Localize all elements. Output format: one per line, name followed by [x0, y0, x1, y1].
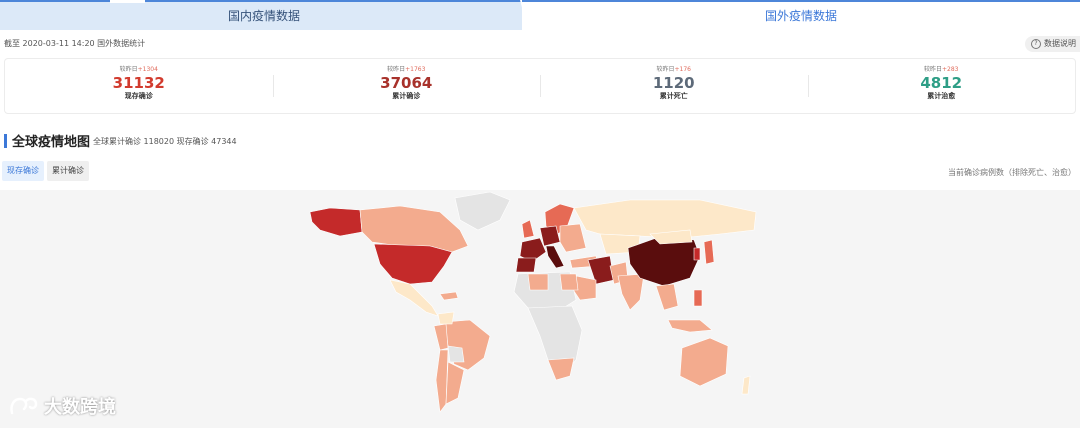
question-icon: ? [1031, 38, 1041, 49]
help-label: 数据说明 [1044, 39, 1076, 48]
map-region-australia[interactable] [679, 337, 729, 387]
stat-value: 4812 [920, 74, 963, 92]
stat-value: 37064 [380, 74, 433, 92]
map-region-philippines[interactable] [693, 289, 703, 307]
map-region-caribbean[interactable] [439, 291, 459, 301]
map-region-bolivia[interactable] [447, 345, 465, 363]
stat-value: 1120 [652, 74, 695, 92]
map-region-spain[interactable] [515, 257, 537, 273]
stat-delta: 较昨日+1304 [119, 66, 158, 73]
map-region-italy[interactable] [545, 245, 565, 269]
map-region-new-zealand[interactable] [741, 375, 751, 395]
stat-value: 31132 [112, 74, 165, 92]
update-time: 截至 2020-03-11 14:20 国外数据统计 [4, 39, 146, 48]
map-region-indonesia[interactable] [667, 319, 713, 333]
stat-label: 累计治愈 [927, 92, 956, 100]
watermark-text: 大数跨境 [44, 397, 116, 418]
tab-foreign[interactable]: 国外疫情数据 [522, 0, 1080, 30]
stat-delta: 较昨日+283 [924, 66, 959, 73]
map-region-mexico[interactable] [389, 279, 439, 317]
map-region-peru[interactable] [433, 323, 449, 351]
tab-notch [110, 0, 145, 3]
map-region-usa[interactable] [373, 243, 453, 285]
map-subtitle: 全球累计确诊 118020 现存确诊 47344 [93, 137, 237, 146]
data-help-button[interactable]: ? 数据说明 [1025, 36, 1080, 52]
map-region-brazil[interactable] [444, 319, 491, 371]
tab-domestic[interactable]: 国内疫情数据 [0, 0, 528, 30]
map-tabs: 现存确诊 累计确诊 [2, 161, 89, 181]
world-map-svg [309, 191, 757, 413]
map-region-algeria[interactable] [527, 273, 549, 291]
stat-current-confirmed: 较昨日+1304 31132 现存确诊 [5, 59, 273, 113]
section-accent-bar [4, 134, 7, 148]
map-region-se-asia[interactable] [655, 283, 679, 311]
stat-delta: 较昨日+176 [656, 66, 692, 73]
map-legend-note: 当前确诊病例数（排除死亡、治愈） [948, 168, 1076, 177]
map-region-greenland[interactable] [454, 191, 511, 231]
stat-label: 现存确诊 [124, 92, 153, 100]
map-region-uk[interactable] [521, 219, 535, 239]
map-tab-current[interactable]: 现存确诊 [2, 161, 44, 181]
map-region-colombia[interactable] [437, 311, 455, 325]
map-region-india[interactable] [617, 273, 645, 311]
stat-label: 累计确诊 [392, 92, 421, 100]
region-tabbar: 国内疫情数据 国外疫情数据 [0, 0, 1080, 30]
stat-total-recovered: 较昨日+283 4812 累计治愈 [807, 59, 1076, 113]
map-region-germany[interactable] [539, 225, 561, 247]
map-region-alaska[interactable] [309, 207, 363, 237]
stat-total-deaths: 较昨日+176 1120 累计死亡 [540, 59, 808, 113]
map-region-south-africa[interactable] [547, 357, 575, 381]
map-region-argentina[interactable] [445, 361, 465, 405]
stat-label: 累计死亡 [659, 92, 688, 100]
stat-total-confirmed: 较昨日+1763 37064 累计确诊 [272, 59, 541, 113]
map-region-eastern-europe[interactable] [559, 223, 587, 253]
world-map[interactable] [0, 190, 1080, 428]
map-region-korea[interactable] [693, 247, 701, 261]
map-region-egypt[interactable] [559, 273, 579, 291]
watermark: 大数跨境 [8, 393, 116, 419]
map-title: 全球疫情地图 [12, 135, 91, 150]
map-region-japan[interactable] [703, 239, 715, 265]
map-tab-cumulative[interactable]: 累计确诊 [47, 161, 89, 181]
brand-logo-icon [10, 397, 38, 415]
stat-delta: 较昨日+1763 [387, 66, 426, 73]
stats-panel: 较昨日+1304 31132 现存确诊 较昨日+1763 37064 累计确诊 … [4, 58, 1076, 114]
